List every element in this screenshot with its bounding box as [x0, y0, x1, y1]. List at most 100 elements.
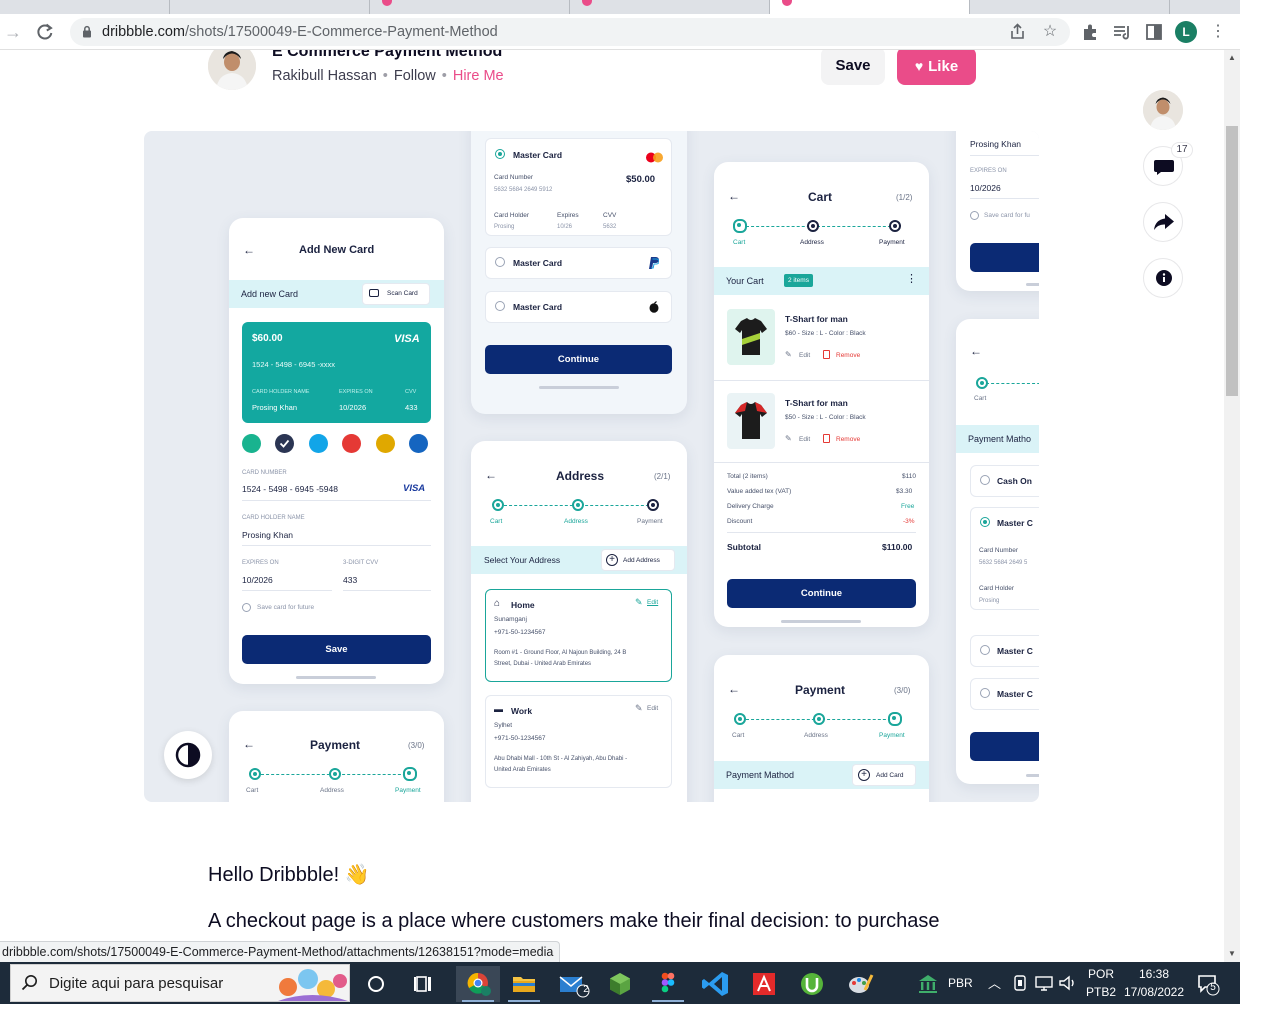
tab[interactable] — [570, 0, 770, 14]
save-button[interactable]: Save — [821, 50, 885, 85]
mockup-items-badge: 2 items — [784, 274, 813, 287]
step-line — [986, 383, 1039, 384]
active-indicator — [652, 1000, 684, 1002]
color-swatch — [375, 434, 395, 453]
chevron-up-icon[interactable]: ︿ — [988, 973, 1001, 992]
mockup-title: Add New Card — [299, 244, 375, 256]
shot-title: E Commerce Payment Method — [272, 50, 503, 60]
apple-icon — [649, 300, 659, 313]
mockup-label: Card Number — [979, 547, 1019, 554]
mockup-summary-value: $110 — [902, 473, 916, 480]
tab[interactable] — [170, 0, 370, 14]
share-button[interactable] — [1143, 202, 1183, 242]
mockup-step: (2/1) — [654, 472, 671, 481]
mockup-checkbox — [242, 603, 251, 612]
paint-icon — [849, 974, 874, 993]
extensions-icon[interactable] — [1079, 21, 1101, 43]
back-arrow-icon: ← — [243, 737, 255, 751]
home-icon: ⌂ — [494, 598, 501, 609]
dribbble-icon — [582, 0, 592, 6]
mockup-continue-button: Continue — [485, 345, 672, 374]
mockup-add-label: Add Address — [623, 557, 660, 564]
tab-active[interactable] — [770, 0, 970, 14]
step-dot — [403, 767, 417, 781]
taskbar-chrome[interactable] — [456, 966, 500, 1002]
volume-icon[interactable] — [1058, 974, 1078, 992]
mockup-label: CVV — [405, 389, 417, 395]
author-avatar[interactable] — [208, 50, 256, 90]
scroll-thumb[interactable] — [1226, 126, 1238, 396]
cortana-button[interactable] — [354, 966, 398, 1002]
url-text[interactable]: dribbble.com/shots/17500049-E-Commerce-P… — [102, 24, 498, 40]
language-indicator[interactable]: PBR — [948, 976, 973, 990]
mockup-radio — [980, 645, 990, 655]
taskbar-search-box[interactable]: Digite aqui para pesquisar — [10, 964, 350, 1002]
figma-icon — [661, 972, 675, 993]
mockup-method-label: Master Card — [513, 302, 563, 312]
hire-me-link[interactable]: Hire Me — [453, 68, 504, 84]
network-icon[interactable] — [1034, 974, 1054, 992]
side-author-avatar[interactable] — [1143, 90, 1183, 130]
bookmark-star-icon[interactable]: ☆ — [1040, 22, 1060, 42]
acrobat-icon — [753, 973, 775, 995]
keyboard-layout[interactable]: POR PTB2 — [1086, 967, 1116, 999]
mockup-value: 5632 5684 2649 5912 — [494, 187, 553, 193]
mockup-label: Card Number — [494, 174, 534, 181]
taskbar-paint[interactable] — [838, 966, 882, 1002]
taskbar-mail[interactable]: 2 — [550, 966, 594, 1002]
clock[interactable]: 16:38 17/08/2022 — [1122, 967, 1186, 999]
mockup-edit: Edit — [647, 599, 659, 606]
taskbar-file-explorer[interactable] — [502, 966, 546, 1002]
chrome-icon — [467, 972, 491, 996]
like-button[interactable]: ♥ Like — [897, 50, 976, 85]
tab[interactable] — [0, 0, 170, 14]
mockup-address-screen: ← Address (2/1) Cart Address Payment Sel… — [471, 441, 687, 802]
taskbar-acrobat[interactable] — [742, 966, 786, 1002]
mockup-label: Expires — [557, 212, 579, 219]
divider — [714, 462, 929, 463]
mockup-scan-label: Scan Card — [387, 290, 418, 297]
share-icon[interactable] — [1008, 22, 1028, 42]
info-button[interactable] — [1143, 258, 1183, 298]
mockup-value: Prosing Khan — [970, 139, 1022, 149]
task-view-button[interactable] — [402, 966, 446, 1002]
bank-tray-icon[interactable] — [916, 972, 940, 996]
cube-app-icon — [610, 973, 630, 995]
taskbar-figma[interactable] — [646, 966, 690, 1002]
taskbar-app[interactable] — [598, 966, 642, 1002]
edit-icon: ✎ — [635, 703, 643, 713]
shot-image[interactable]: ← Add New Card Add new Card Scan Card $6… — [144, 131, 1039, 802]
author-name[interactable]: Rakibull Hassan — [272, 68, 377, 84]
address-bar[interactable]: dribbble.com/shots/17500049-E-Commerce-P… — [70, 18, 1070, 46]
scroll-down-icon[interactable]: ▼ — [1224, 948, 1240, 960]
forward-icon[interactable]: → — [2, 21, 24, 43]
mockup-checkbox — [970, 211, 979, 220]
scroll-up-icon[interactable]: ▲ — [1224, 52, 1240, 64]
device-tray-icon[interactable] — [1012, 974, 1028, 992]
mockup-address-label: Work — [511, 706, 533, 716]
contrast-toggle-button[interactable] — [164, 731, 212, 779]
taskbar-search-placeholder[interactable]: Digite aqui para pesquisar — [49, 975, 223, 992]
media-playlist-icon[interactable] — [1111, 21, 1133, 43]
step-dot — [733, 219, 747, 233]
taskbar-vscode[interactable] — [694, 966, 738, 1002]
lock-icon[interactable] — [82, 25, 92, 38]
notification-center-button[interactable]: 5 — [1196, 972, 1220, 996]
step-dot — [813, 713, 825, 725]
profile-avatar[interactable]: L — [1175, 21, 1197, 43]
step-label: Cart — [733, 239, 746, 246]
follow-link[interactable]: Follow — [394, 68, 436, 84]
menu-icon[interactable]: ⋮ — [1207, 21, 1229, 43]
page-scrollbar[interactable]: ▲ ▼ — [1224, 50, 1240, 962]
mockup-subtotal-label: Subtotal — [727, 542, 761, 552]
edit-icon: ✎ — [785, 434, 792, 443]
taskbar-utorrent[interactable] — [790, 966, 834, 1002]
step-label: Payment — [879, 239, 905, 246]
side-panel-icon[interactable] — [1143, 21, 1165, 43]
mockup-cart-screen: ← Cart (1/2) Cart Address Payment Your C… — [714, 162, 929, 627]
tab[interactable] — [970, 0, 1170, 14]
reload-icon[interactable] — [34, 21, 56, 43]
mockup-edit: Edit — [647, 705, 659, 712]
tab[interactable] — [370, 0, 570, 14]
field-underline — [970, 155, 1039, 156]
